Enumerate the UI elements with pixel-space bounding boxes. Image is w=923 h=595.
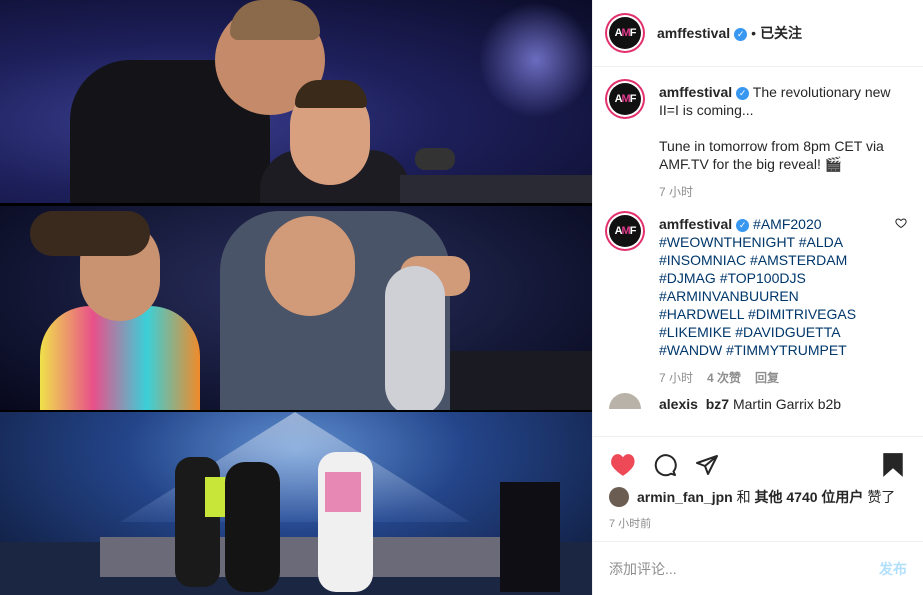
comment-likes[interactable]: 4 次赞 [707,369,741,387]
comment-input[interactable] [609,560,879,577]
hashtag-link[interactable]: #HARDWELL [659,306,744,322]
post-timestamp[interactable]: 7 小时前 [609,515,907,531]
hashtag-link[interactable]: #LIKEMIKE [659,324,731,340]
hashtag-link[interactable]: #TOP100DJS [720,270,806,286]
post-header: AMF amffestival ✓ • 已关注 [593,0,923,67]
avatar[interactable]: AMF [609,83,641,115]
liked-by: armin_fan_jpn 和 其他 4740 位用户 赞了 [609,487,907,507]
post-comment-button[interactable]: 发布 [879,559,907,579]
likes-others[interactable]: 其他 4740 位用户 [754,487,863,507]
caption-line-2: Tune in tomorrow from 8pm CET via AMF.TV… [659,138,884,172]
avatar[interactable]: AMF [609,17,641,49]
comment-time[interactable]: 7 小时 [659,369,693,387]
hashtag-link[interactable]: #DAVIDGUETTA [735,324,840,340]
hashtag-link[interactable]: #WANDW [659,342,722,358]
reply-button[interactable]: 回复 [755,369,779,387]
instagram-post: AMF amffestival ✓ • 已关注 AMF amffestival ✓ Th… [0,0,923,595]
post-image-collage[interactable] [0,0,592,595]
amf-logo-icon: AMF [614,93,637,105]
comment-time[interactable]: 7 小时 [659,183,693,201]
hashtag-link[interactable]: #INSOMNIAC [659,252,746,268]
caption-comment: AMF amffestival ✓ The revolutionary new I… [609,83,907,201]
comments-list: AMF amffestival ✓ The revolutionary new I… [593,67,923,436]
comment-username[interactable]: amffestival [659,84,732,100]
header-username[interactable]: amffestival [657,25,730,41]
share-icon[interactable] [693,451,721,479]
verified-icon: ✓ [736,86,750,100]
amf-logo-icon: AMF [614,225,637,237]
photo-dj-duo [0,0,592,203]
bookmark-filled-icon[interactable] [879,451,907,479]
comment-icon[interactable] [651,451,679,479]
hashtag-link[interactable]: #DJMAG [659,270,716,286]
hashtag-link[interactable]: #AMF2020 [753,216,821,232]
heart-filled-icon[interactable] [609,451,637,479]
likes-and: 和 [736,489,751,505]
following-button[interactable]: 已关注 [760,25,802,41]
separator-dot: • [751,25,757,41]
heart-outline-icon[interactable] [895,217,907,232]
avatar[interactable]: AMF [609,215,641,247]
amf-logo-icon: AMF [614,27,637,39]
liker-username[interactable]: armin_fan_jpn [637,489,733,505]
verified-icon: ✓ [736,218,750,232]
comment-text: Martin Garrix b2b [732,396,842,409]
post-actions: armin_fan_jpn 和 其他 4740 位用户 赞了 7 小时前 [593,436,923,531]
partial-comment: alexis_bz7 Martin Garrix b2b [609,393,907,409]
post-sidebar: AMF amffestival ✓ • 已关注 AMF amffestival ✓ Th… [592,0,923,595]
avatar[interactable] [609,393,641,409]
add-comment-bar: 发布 [593,541,923,595]
hashtag-link[interactable]: #AMSTERDAM [750,252,847,268]
comment-username[interactable]: alexis_bz7 [659,396,729,409]
hashtag-link[interactable]: #ALDA [799,234,843,250]
photo-stage-performance [0,412,592,595]
comment-username[interactable]: amffestival [659,216,732,232]
hashtag-link[interactable]: #DIMITRIVEGAS [748,306,856,322]
likes-suffix: 赞了 [867,489,896,505]
liker-avatar[interactable] [609,487,629,507]
hashtag-link[interactable]: #ARMINVANBUUREN [659,288,799,304]
hashtag-link[interactable]: #TIMMYTRUMPET [726,342,847,358]
hashtag-comment: AMF amffestival ✓ #AMF2020 #WEOWNTHENIGHT… [609,215,907,387]
hashtag-link[interactable]: #WEOWNTHENIGHT [659,234,795,250]
photo-dimitri-vegas-guetta [0,206,592,410]
verified-icon: ✓ [734,27,748,41]
